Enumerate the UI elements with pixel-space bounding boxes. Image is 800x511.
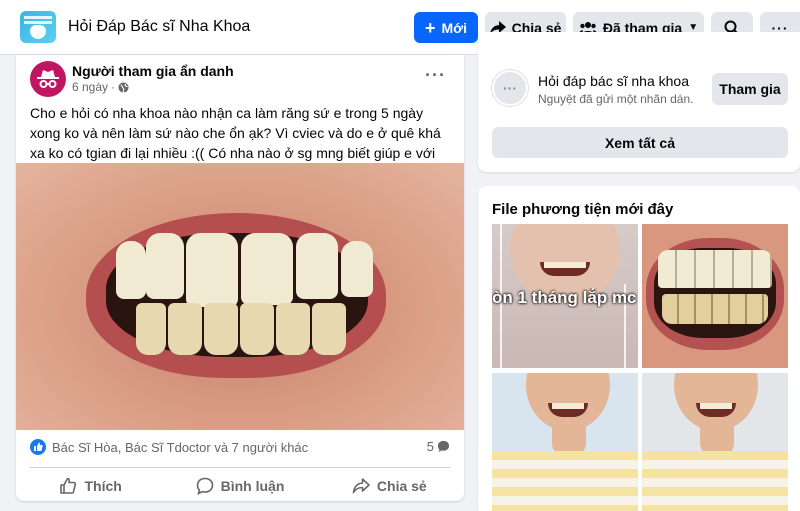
comment-bubble-icon xyxy=(437,440,450,453)
photo-tooth xyxy=(136,303,166,355)
photo-tooth xyxy=(186,233,238,307)
share-post-button[interactable]: Chia sẻ xyxy=(315,471,464,501)
thumb-teeth xyxy=(700,403,732,409)
group-title[interactable]: Hỏi Đáp Bác sĩ Nha Khoa xyxy=(68,18,250,36)
comment-icon xyxy=(196,477,213,495)
photo-tooth xyxy=(146,233,184,299)
post-meta: 6 ngày · xyxy=(72,80,129,94)
globe-icon xyxy=(118,81,129,93)
chat-avatar[interactable]: ··· xyxy=(492,70,528,106)
comments-count-value: 5 xyxy=(426,439,434,454)
photo-tooth xyxy=(116,241,146,299)
media-thumbnail[interactable] xyxy=(642,224,788,368)
photo-tooth xyxy=(312,303,346,355)
share-icon xyxy=(352,478,370,494)
tooth-icon xyxy=(30,25,46,39)
see-all-button[interactable]: Xem tất cả xyxy=(492,127,788,158)
post-photo[interactable] xyxy=(16,163,464,430)
post-actions-divider xyxy=(30,467,450,468)
photo-tooth xyxy=(341,241,373,297)
like-label: Thích xyxy=(84,478,122,494)
photo-tooth xyxy=(240,303,274,355)
new-post-label: Mới xyxy=(441,19,468,36)
thumb-caption: òn 1 tháng lắp mc xyxy=(492,288,637,307)
thumb-smile xyxy=(540,262,590,276)
plus-icon: + xyxy=(424,17,436,38)
media-thumbnail[interactable] xyxy=(492,373,638,511)
thumb-upper-teeth xyxy=(658,250,772,288)
reactions-summary[interactable]: Bác Sĩ Hòa, Bác Sĩ Tdoctor và 7 người kh… xyxy=(30,439,308,455)
group-logo[interactable] xyxy=(20,11,56,43)
like-button[interactable]: Thích xyxy=(16,471,165,501)
comments-count[interactable]: 5 xyxy=(427,439,450,454)
thumb-face xyxy=(526,373,610,431)
thumb-lower-teeth xyxy=(662,294,768,324)
chat-name[interactable]: Hỏi đáp bác sĩ nha khoa xyxy=(538,73,689,89)
like-reaction-icon xyxy=(30,439,46,455)
anonymous-avatar[interactable] xyxy=(30,61,66,97)
thumb-striped-shirt xyxy=(642,451,788,511)
reactions-text: Bác Sĩ Hòa, Bác Sĩ Tdoctor và 7 người kh… xyxy=(52,439,309,455)
photo-tooth xyxy=(241,233,293,305)
post-actions-bar: Thích Bình luận Chia sẻ xyxy=(16,471,464,501)
comment-button[interactable]: Bình luận xyxy=(165,471,314,501)
comment-label: Bình luận xyxy=(220,478,285,494)
post-time[interactable]: 6 ngày xyxy=(72,80,108,94)
thumbs-up-icon xyxy=(60,477,77,494)
post-body-text: Cho e hỏi có nha khoa nào nhận ca làm ră… xyxy=(30,105,441,161)
recent-media-card: File phương tiện mới đây òn 1 tháng lắp … xyxy=(478,186,800,511)
logo-stripe xyxy=(24,21,52,24)
share-post-label: Chia sẻ xyxy=(376,478,427,494)
incognito-icon xyxy=(37,70,59,88)
logo-stripe xyxy=(24,16,52,19)
chat-last-message: Nguyệt đã gửi một nhãn dán. xyxy=(538,92,694,106)
photo-tooth xyxy=(276,303,310,355)
post-card: Người tham gia ẩn danh 6 ngày · ··· Cho … xyxy=(16,55,464,501)
recent-media-title: File phương tiện mới đây xyxy=(492,201,674,218)
new-post-button[interactable]: + Mới xyxy=(414,12,478,43)
post-author[interactable]: Người tham gia ẩn danh xyxy=(72,63,234,79)
photo-tooth xyxy=(296,233,338,299)
post-more-button[interactable]: ··· xyxy=(425,65,446,86)
photo-tooth xyxy=(168,303,202,355)
media-thumbnail[interactable]: òn 1 tháng lắp mc xyxy=(492,224,638,368)
photo-tooth xyxy=(204,303,238,355)
join-chat-button[interactable]: Tham gia xyxy=(712,73,788,105)
thumb-face xyxy=(674,373,758,431)
thumb-striped-shirt xyxy=(492,451,638,511)
thumb-teeth xyxy=(552,403,584,409)
suggested-chat-card: ··· Hỏi đáp bác sĩ nha khoa Nguyệt đã gử… xyxy=(478,32,800,172)
thumb-teeth xyxy=(544,262,586,268)
separator-dot: · xyxy=(111,80,116,94)
media-thumbnail[interactable] xyxy=(642,373,788,511)
